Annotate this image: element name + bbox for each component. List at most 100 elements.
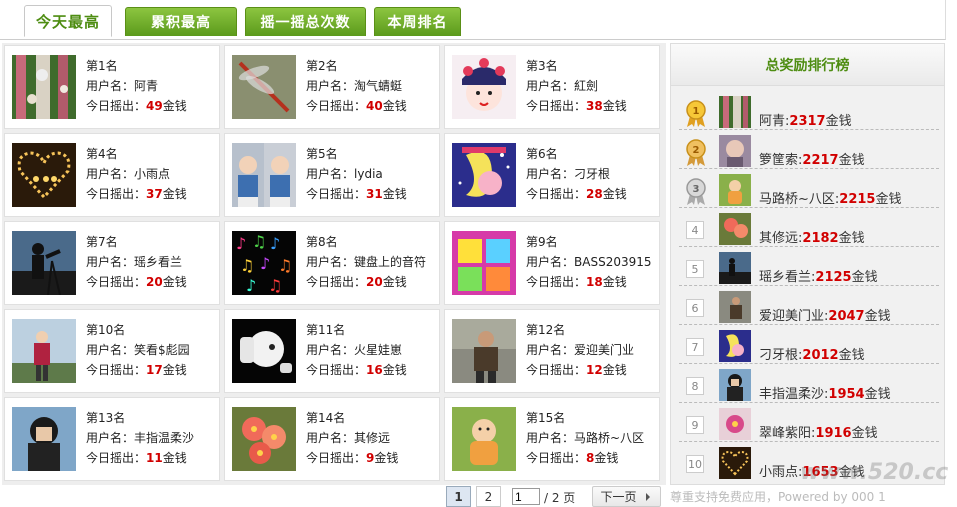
rank-card-11[interactable]: 第11名 用户名：火星娃崽 今日摇出：16金钱 [224,309,440,393]
rank-card-info: 第15名 用户名：马路桥~八区 今日摇出：8金钱 [526,408,644,468]
rank-label: 第4名 [86,147,118,161]
tab-shake-total-count[interactable]: 摇一摇总次数 [245,7,366,36]
coin-unit: 金钱 [162,275,187,289]
tab-cumulative-highest[interactable]: 累积最高 [125,7,237,36]
user-avatar-image [232,407,296,471]
rank-card-6[interactable]: 第6名 用户名：刁牙根 今日摇出：28金钱 [444,133,660,217]
rank-card-13[interactable]: 第13名 用户名：丰指温柔沙 今日摇出：11金钱 [4,397,220,481]
today-label: 今日摇出： [526,187,587,201]
rank-card-info: 第10名 用户名：笑看$彪园 今日摇出：17金钱 [86,320,190,380]
user-avatar-image [452,407,516,471]
svg-text:♪: ♪ [260,254,270,273]
rank-card-info: 第11名 用户名：火星娃崽 今日摇出：16金钱 [306,320,407,380]
rank-label: 第7名 [86,235,118,249]
ranking-row-7[interactable]: 7 刁牙根:2012金钱 [679,326,939,364]
ranking-avatar [719,330,751,362]
ranking-row-9[interactable]: 9 翠峰紫阳:1916金钱 [679,404,939,442]
today-amount: 20 [366,275,383,289]
user-avatar-image [452,231,516,295]
rank-card-1[interactable]: 第1名 用户名：阿青 今日摇出：49金钱 [4,45,220,129]
rank-label: 第1名 [86,59,118,73]
rank-card-12[interactable]: 第12名 用户名：爱迎美门业 今日摇出：12金钱 [444,309,660,393]
ranking-amount: 2047 [828,309,865,324]
today-label: 今日摇出： [526,363,587,377]
silver-medal-icon: 2 [686,139,706,166]
today-amount: 16 [366,363,383,377]
username-value: 阿青 [134,79,159,93]
ranking-name: 瑶乡看兰 [759,270,812,285]
ranking-row-6[interactable]: 6 爱迎美门业:2047金钱 [679,287,939,325]
ranking-amount: 2125 [815,270,852,285]
rank-card-2[interactable]: 第2名 用户名：淘气蜻蜓 今日摇出：40金钱 [224,45,440,129]
ranking-name: 阿青 [759,114,786,129]
coin-unit: 金钱 [864,387,891,402]
rank-card-3[interactable]: 第3名 用户名：紅劍 今日摇出：38金钱 [444,45,660,129]
username-label: 用户名： [306,167,355,181]
rank-label: 第12名 [526,323,566,337]
username-label: 用户名： [306,255,355,269]
ranking-name: 丰指温柔沙 [759,387,825,402]
user-avatar-image [452,55,516,119]
username-label: 用户名： [86,343,135,357]
today-amount: 11 [146,451,163,465]
page-number-input[interactable] [512,488,540,505]
coin-unit: 金钱 [838,231,865,246]
rank-card-4[interactable]: 第4名 用户名：小雨点 今日摇出：37金钱 [4,133,220,217]
rank-card-info: 第12名 用户名：爱迎美门业 今日摇出：12金钱 [526,320,634,380]
ranking-row-1[interactable]: 1 阿青:2317金钱 [679,92,939,130]
today-label: 今日摇出： [306,187,367,201]
rank-card-info: 第5名 用户名：lydia 今日摇出：31金钱 [306,144,407,204]
username-value: 火星娃崽 [354,343,403,357]
rank-label: 第5名 [306,147,338,161]
ranking-row-3[interactable]: 3 马路桥~八区:2215金钱 [679,170,939,208]
ranking-amount: 1916 [815,426,852,441]
user-avatar-image [452,319,516,383]
today-label: 今日摇出： [86,363,147,377]
rank-card-8[interactable]: ♪ ♫ ♪ ♫ ♪ ♫ ♪ ♫ 第8名 用户名：键盘上的音符 今日摇出：20金钱 [224,221,440,305]
next-page-button[interactable]: 下一页 [592,486,661,507]
ranking-text: 瑶乡看兰:2125金钱 [759,270,878,285]
rank-card-5[interactable]: 第5名 用户名：lydia 今日摇出：31金钱 [224,133,440,217]
rank-card-info: 第2名 用户名：淘气蜻蜓 今日摇出：40金钱 [306,56,407,116]
ranking-row-8[interactable]: 8 丰指温柔沙:1954金钱 [679,365,939,403]
medal-number: 2 [693,145,700,156]
today-label: 今日摇出： [306,363,367,377]
rank-card-7[interactable]: 第7名 用户名：瑶乡看兰 今日摇出：20金钱 [4,221,220,305]
rank-card-14[interactable]: 第14名 用户名：其修远 今日摇出：9金钱 [224,397,440,481]
username-label: 用户名： [86,431,135,445]
rank-card-9[interactable]: 第9名 用户名：BASS203915 今日摇出：18金钱 [444,221,660,305]
today-label: 今日摇出： [86,99,147,113]
rank-label: 第6名 [526,147,558,161]
coin-unit: 金钱 [162,451,187,465]
coin-unit: 金钱 [382,363,407,377]
coin-unit: 金钱 [851,270,878,285]
rank-number-badge: 8 [686,377,704,395]
coin-unit: 金钱 [602,187,627,201]
user-avatar-image: ♪ ♫ ♪ ♫ ♪ ♫ ♪ ♫ [232,231,296,295]
username-label: 用户名： [86,255,135,269]
ranking-row-5[interactable]: 5 瑶乡看兰:2125金钱 [679,248,939,286]
ranking-name: 刁牙根 [759,348,799,363]
rank-card-15[interactable]: 第15名 用户名：马路桥~八区 今日摇出：8金钱 [444,397,660,481]
tab-today-highest[interactable]: 今天最高 [24,5,112,37]
ranking-avatar [719,252,751,284]
user-avatar-image [12,55,76,119]
page-2-button[interactable]: 2 [476,486,501,507]
tab-weekly-ranking[interactable]: 本周排名 [374,7,461,36]
today-label: 今日摇出： [86,451,147,465]
username-label: 用户名： [86,167,135,181]
username-value: 刁牙根 [574,167,611,181]
page-1-button[interactable]: 1 [446,486,471,507]
user-avatar-image [12,231,76,295]
medal-number: 3 [693,184,700,195]
ranking-row-4[interactable]: 4 其修远:2182金钱 [679,209,939,247]
today-amount: 38 [586,99,603,113]
ranking-row-2[interactable]: 2 箩筐索:2217金钱 [679,131,939,169]
ranking-avatar [719,174,751,206]
bronze-medal-icon: 3 [686,178,706,205]
today-label: 今日摇出： [526,451,587,465]
rank-card-10[interactable]: 第10名 用户名：笑看$彪园 今日摇出：17金钱 [4,309,220,393]
ranking-text: 阿青:2317金钱 [759,114,852,129]
coin-unit: 金钱 [864,309,891,324]
rank-number-badge: 7 [686,338,704,356]
